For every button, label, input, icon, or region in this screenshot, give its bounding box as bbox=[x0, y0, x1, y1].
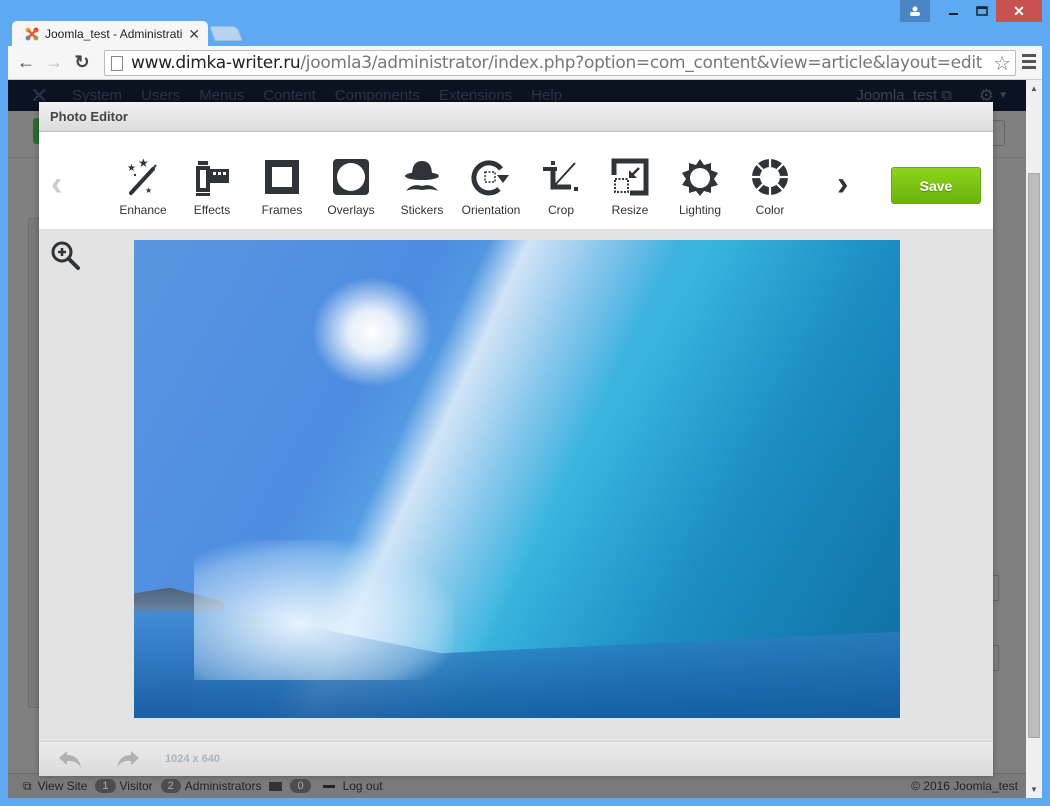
tool-frames[interactable]: Frames bbox=[247, 157, 317, 217]
tab-close-icon[interactable]: ✕ bbox=[188, 26, 200, 43]
page-icon bbox=[111, 55, 123, 71]
tools-prev-arrow-icon[interactable]: ‹ bbox=[51, 167, 62, 201]
scroll-thumb[interactable] bbox=[1028, 173, 1040, 738]
tool-label: Lighting bbox=[678, 203, 722, 217]
overlay-icon bbox=[333, 159, 369, 195]
photo-editor-modal: Photo Editor ‹ ★ ★ ★ Enhance Effects Frame… bbox=[39, 102, 993, 776]
crop-icon bbox=[543, 161, 578, 191]
save-button[interactable]: Save bbox=[891, 167, 981, 204]
tool-crop[interactable]: Crop bbox=[526, 157, 596, 217]
zoom-in-icon[interactable] bbox=[50, 240, 82, 272]
frame-icon bbox=[265, 160, 299, 194]
visitors-status: 1 Visitor bbox=[95, 779, 153, 793]
browser-tab[interactable]: Joomla_test - Administrati ✕ bbox=[12, 21, 208, 47]
address-bar[interactable]: www.dimka-writer.ru/joomla3/administrato… bbox=[104, 50, 1016, 76]
film-icon bbox=[196, 161, 229, 196]
message-count-badge: 0 bbox=[290, 779, 311, 793]
undo-icon[interactable] bbox=[57, 749, 83, 769]
tool-enhance[interactable]: ★ ★ ★ Enhance bbox=[108, 157, 178, 217]
profile-icon[interactable] bbox=[900, 0, 930, 22]
scroll-up-arrow-icon[interactable]: ▲ bbox=[1030, 84, 1038, 93]
scroll-down-arrow-icon[interactable]: ▼ bbox=[1030, 785, 1038, 794]
tool-stickers[interactable]: Stickers bbox=[387, 157, 457, 217]
forward-button[interactable]: → bbox=[40, 52, 68, 73]
image-dimensions: 1024 x 640 bbox=[165, 753, 221, 765]
view-site-label: View Site bbox=[37, 779, 88, 793]
svg-text:★: ★ bbox=[145, 186, 152, 195]
tool-overlays[interactable]: Overlays bbox=[316, 157, 386, 217]
tool-color[interactable]: Color bbox=[735, 157, 805, 217]
maximize-button[interactable] bbox=[968, 0, 996, 22]
sun-icon bbox=[682, 159, 718, 196]
hat-mustache-icon bbox=[405, 161, 439, 191]
browser-toolbar: ← → ↻ www.dimka-writer.ru/joomla3/admini… bbox=[8, 46, 1042, 80]
tool-label: Effects bbox=[193, 203, 231, 217]
background-field bbox=[993, 575, 999, 601]
browser-window: ✕ Joomla_test - Administrati ✕ ← → ↻ www… bbox=[0, 0, 1050, 806]
tool-label: Frames bbox=[261, 203, 303, 217]
photo-foam bbox=[194, 540, 454, 680]
reload-button[interactable]: ↻ bbox=[68, 52, 96, 73]
tool-label: Resize bbox=[611, 203, 649, 217]
messages-status[interactable]: 0 bbox=[290, 779, 314, 793]
canvas-area bbox=[39, 231, 993, 741]
color-wheel-icon bbox=[752, 159, 788, 195]
admins-status: 2 Administrators bbox=[160, 779, 262, 793]
tool-label: Stickers bbox=[400, 203, 444, 217]
background-toolbar-button bbox=[993, 120, 1005, 146]
tool-label: Overlays bbox=[327, 203, 375, 217]
url-host: www.dimka-writer.ru bbox=[131, 53, 301, 73]
tools-next-arrow-icon[interactable]: › bbox=[837, 167, 848, 201]
tool-lighting[interactable]: Lighting bbox=[665, 157, 735, 217]
window-controls: ✕ bbox=[900, 0, 1042, 22]
visitor-count-badge: 1 bbox=[95, 779, 116, 793]
page-scrollbar[interactable]: ▲ ▼ bbox=[1026, 80, 1042, 798]
tool-label: Color bbox=[755, 203, 785, 217]
close-window-button[interactable]: ✕ bbox=[996, 0, 1042, 22]
logout-link[interactable]: Log out bbox=[343, 779, 383, 793]
svg-text:★: ★ bbox=[138, 157, 149, 170]
mail-icon[interactable] bbox=[269, 781, 283, 791]
edited-photo[interactable] bbox=[134, 240, 900, 718]
tool-resize[interactable]: Resize bbox=[595, 157, 665, 217]
copyright: © 2016 Joomla_test bbox=[911, 779, 1018, 793]
admin-count-badge: 2 bbox=[160, 779, 181, 793]
minimize-button[interactable] bbox=[940, 0, 968, 22]
new-tab-button[interactable] bbox=[209, 26, 243, 41]
visitor-label: Visitor bbox=[119, 779, 153, 793]
modal-title: Photo Editor bbox=[39, 102, 993, 132]
view-site-link[interactable]: ⧉ View Site bbox=[23, 779, 87, 794]
tools-bar: ‹ ★ ★ ★ Enhance Effects Frames Overlays St… bbox=[39, 132, 993, 230]
tool-label: Enhance bbox=[119, 203, 167, 217]
back-button[interactable]: ← bbox=[12, 52, 40, 73]
resize-icon bbox=[611, 158, 649, 196]
url-path: /joomla3/administrator/index.php?option=… bbox=[300, 53, 983, 73]
background-field bbox=[993, 645, 999, 671]
modal-footer: 1024 x 640 bbox=[39, 741, 993, 776]
tool-label: Orientation bbox=[461, 203, 521, 217]
tab-title: Joomla_test - Administrati bbox=[45, 27, 183, 41]
magic-wand-icon: ★ ★★ bbox=[127, 157, 157, 195]
svg-text:★: ★ bbox=[127, 163, 136, 174]
admin-label: Administrators bbox=[184, 779, 262, 793]
tool-label: Crop bbox=[547, 203, 574, 217]
browser-menu-icon[interactable] bbox=[1022, 54, 1036, 72]
bookmark-star-icon[interactable]: ☆ bbox=[993, 51, 1011, 75]
external-link-icon: ⧉ bbox=[23, 778, 32, 793]
redo-icon[interactable] bbox=[115, 749, 141, 769]
status-footer: ⧉ View Site 1 Visitor 2 Administrators 0 Lo… bbox=[8, 773, 1026, 798]
tool-effects[interactable]: Effects bbox=[177, 157, 247, 217]
caret-down-icon[interactable]: ▼ bbox=[998, 90, 1008, 101]
tool-orientation[interactable]: Orientation bbox=[456, 157, 526, 217]
minus-icon bbox=[322, 784, 335, 788]
joomla-favicon-icon bbox=[25, 27, 39, 41]
rotate-icon bbox=[471, 160, 509, 196]
